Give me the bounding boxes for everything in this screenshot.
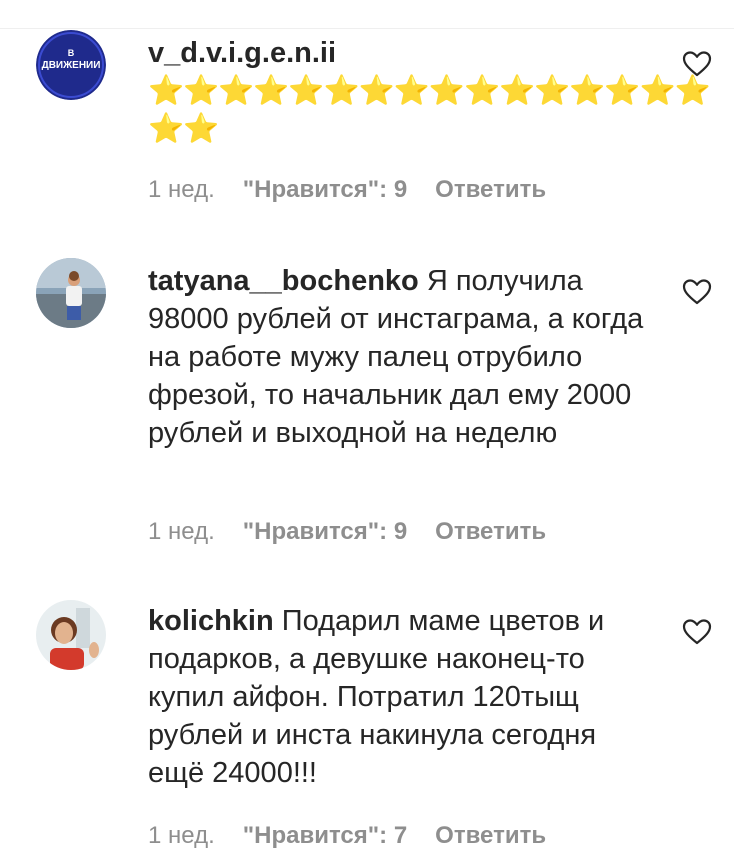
likes-count[interactable]: "Нравится": 7 xyxy=(243,822,407,850)
reply-button[interactable]: Ответить xyxy=(435,518,546,546)
username[interactable]: v_d.v.i.g.e.n.ii xyxy=(148,37,336,69)
like-heart-icon[interactable] xyxy=(682,278,712,306)
stars-emoji: ⭐⭐⭐⭐⭐⭐⭐⭐⭐⭐⭐⭐⭐⭐⭐⭐ xyxy=(148,75,711,107)
avatar-text-top: В xyxy=(68,48,75,58)
comment-time[interactable]: 1 нед. xyxy=(148,822,215,850)
comment-meta: 1 нед. "Нравится": 9 Ответить xyxy=(148,176,574,204)
comment-meta: 1 нед. "Нравится": 7 Ответить xyxy=(148,822,574,850)
avatar-text: ДВИЖЕНИИ xyxy=(42,60,101,71)
comment-meta: 1 нед. "Нравится": 9 Ответить xyxy=(148,518,574,546)
stars-emoji-line2: ⭐⭐ xyxy=(148,113,219,145)
avatar[interactable] xyxy=(36,258,106,328)
like-heart-icon[interactable] xyxy=(682,50,712,78)
username[interactable]: tatyana__bochenko xyxy=(148,265,419,297)
avatar[interactable]: В ДВИЖЕНИИ xyxy=(36,30,106,100)
like-heart-icon[interactable] xyxy=(682,618,712,646)
top-divider xyxy=(0,28,734,29)
comment-body: tatyana__bochenko Я получила 98000 рубле… xyxy=(148,262,648,452)
comment-body: v_d.v.i.g.e.n.ii ⭐⭐⭐⭐⭐⭐⭐⭐⭐⭐⭐⭐⭐⭐⭐⭐ ⭐⭐ xyxy=(148,34,711,148)
comment-body: kolichkin Подарил маме цветов и подарков… xyxy=(148,602,648,792)
likes-count[interactable]: "Нравится": 9 xyxy=(243,176,407,204)
avatar[interactable] xyxy=(36,600,106,670)
reply-button[interactable]: Ответить xyxy=(435,176,546,204)
username[interactable]: kolichkin xyxy=(148,605,274,637)
comment-time[interactable]: 1 нед. xyxy=(148,176,215,204)
reply-button[interactable]: Ответить xyxy=(435,822,546,850)
comment-time[interactable]: 1 нед. xyxy=(148,518,215,546)
likes-count[interactable]: "Нравится": 9 xyxy=(243,518,407,546)
